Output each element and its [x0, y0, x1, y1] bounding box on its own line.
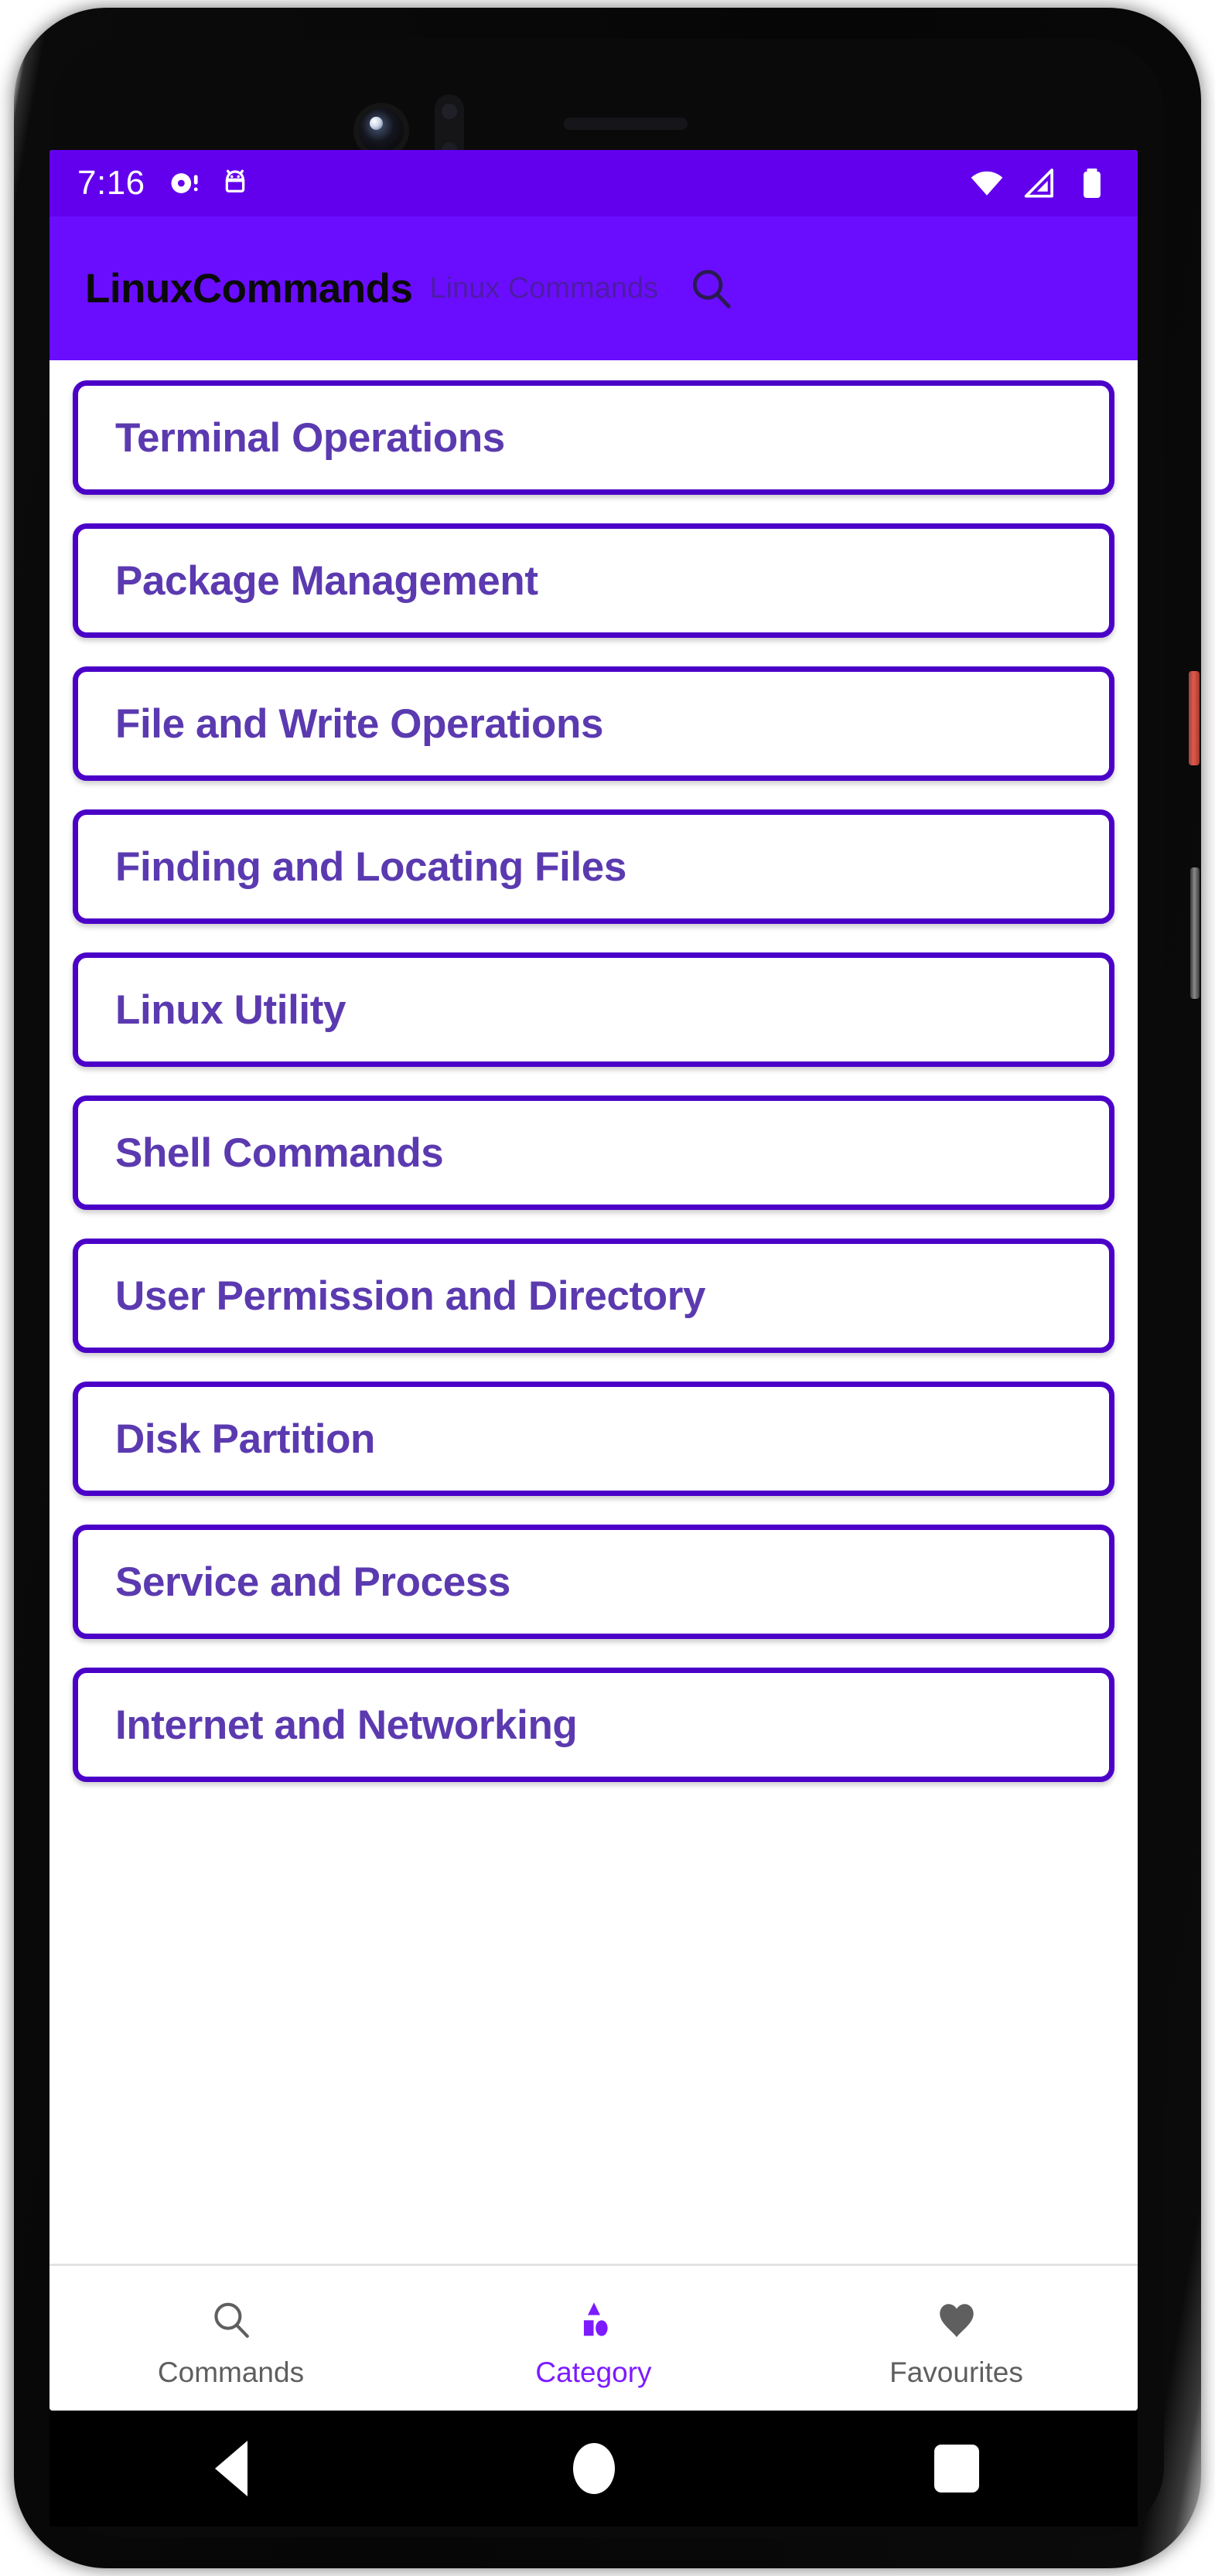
android-system-navigation-bar [49, 2411, 1138, 2527]
category-card-service-and-process[interactable]: Service and Process [73, 1525, 1114, 1639]
bottom-nav-label: Category [535, 2356, 652, 2388]
category-list[interactable]: Terminal Operations Package Management F… [49, 360, 1138, 2152]
status-bar-clock: 7:16 [77, 164, 145, 202]
bottom-nav-item-category[interactable]: Category [412, 2266, 775, 2411]
heart-icon [934, 2295, 979, 2346]
android-debug-icon [225, 169, 244, 193]
cell-signal-icon [1024, 169, 1053, 198]
category-label: Service and Process [115, 1559, 510, 1605]
search-icon [693, 270, 731, 308]
category-card-finding-and-locating-files[interactable]: Finding and Locating Files [73, 809, 1114, 924]
category-label: Terminal Operations [115, 414, 505, 461]
status-bar-system-icons [969, 165, 1110, 201]
front-camera-icon [359, 108, 404, 153]
record-dot-icon [171, 173, 198, 193]
bottom-nav-item-favourites[interactable]: Favourites [775, 2266, 1138, 2411]
recents-square-icon [933, 2445, 979, 2493]
shapes-icon [572, 2295, 616, 2346]
category-label: File and Write Operations [115, 700, 604, 747]
bottom-nav-item-commands[interactable]: Commands [49, 2266, 412, 2411]
status-bar: 7:16 [49, 150, 1138, 216]
category-card-shell-commands[interactable]: Shell Commands [73, 1095, 1114, 1210]
category-label: Shell Commands [115, 1130, 444, 1176]
power-button[interactable] [1189, 671, 1200, 765]
category-card-linux-utility[interactable]: Linux Utility [73, 952, 1114, 1067]
category-label: User Permission and Directory [115, 1273, 706, 1319]
bottom-nav-label: Commands [157, 2356, 305, 2388]
category-label: Finding and Locating Files [115, 843, 626, 890]
category-card-disk-partition[interactable]: Disk Partition [73, 1382, 1114, 1496]
category-label: Package Management [115, 557, 538, 604]
app-title: LinuxCommands [85, 265, 413, 312]
category-card-internet-and-networking[interactable]: Internet and Networking [73, 1668, 1114, 1782]
system-back-button[interactable] [185, 2426, 278, 2511]
category-card-package-management[interactable]: Package Management [73, 523, 1114, 638]
search-icon [209, 2295, 254, 2346]
wifi-icon [971, 171, 1003, 196]
home-circle-icon [572, 2443, 615, 2494]
app-subtitle: Linux Commands [429, 271, 659, 305]
category-card-terminal-operations[interactable]: Terminal Operations [73, 380, 1114, 495]
earpiece-speaker [564, 118, 688, 130]
category-card-user-permission-and-directory[interactable]: User Permission and Directory [73, 1239, 1114, 1353]
back-triangle-icon [214, 2441, 247, 2496]
category-label: Disk Partition [115, 1416, 376, 1462]
category-card-file-and-write-operations[interactable]: File and Write Operations [73, 666, 1114, 781]
system-recents-button[interactable] [910, 2426, 1003, 2511]
phone-screen: 7:16 LinuxCommands Linux Commands Termin… [49, 150, 1138, 2411]
status-bar-notification-icons [167, 166, 252, 200]
app-bar-search-button[interactable] [681, 259, 740, 318]
app-bar: LinuxCommands Linux Commands [49, 216, 1138, 360]
category-label: Linux Utility [115, 986, 346, 1033]
category-label: Internet and Networking [115, 1702, 578, 1748]
battery-icon [1084, 169, 1101, 198]
system-home-button[interactable] [548, 2426, 640, 2511]
bottom-navigation-bar: Commands Category Favourites [49, 2264, 1138, 2411]
volume-button[interactable] [1190, 867, 1200, 999]
bottom-nav-label: Favourites [889, 2356, 1023, 2388]
